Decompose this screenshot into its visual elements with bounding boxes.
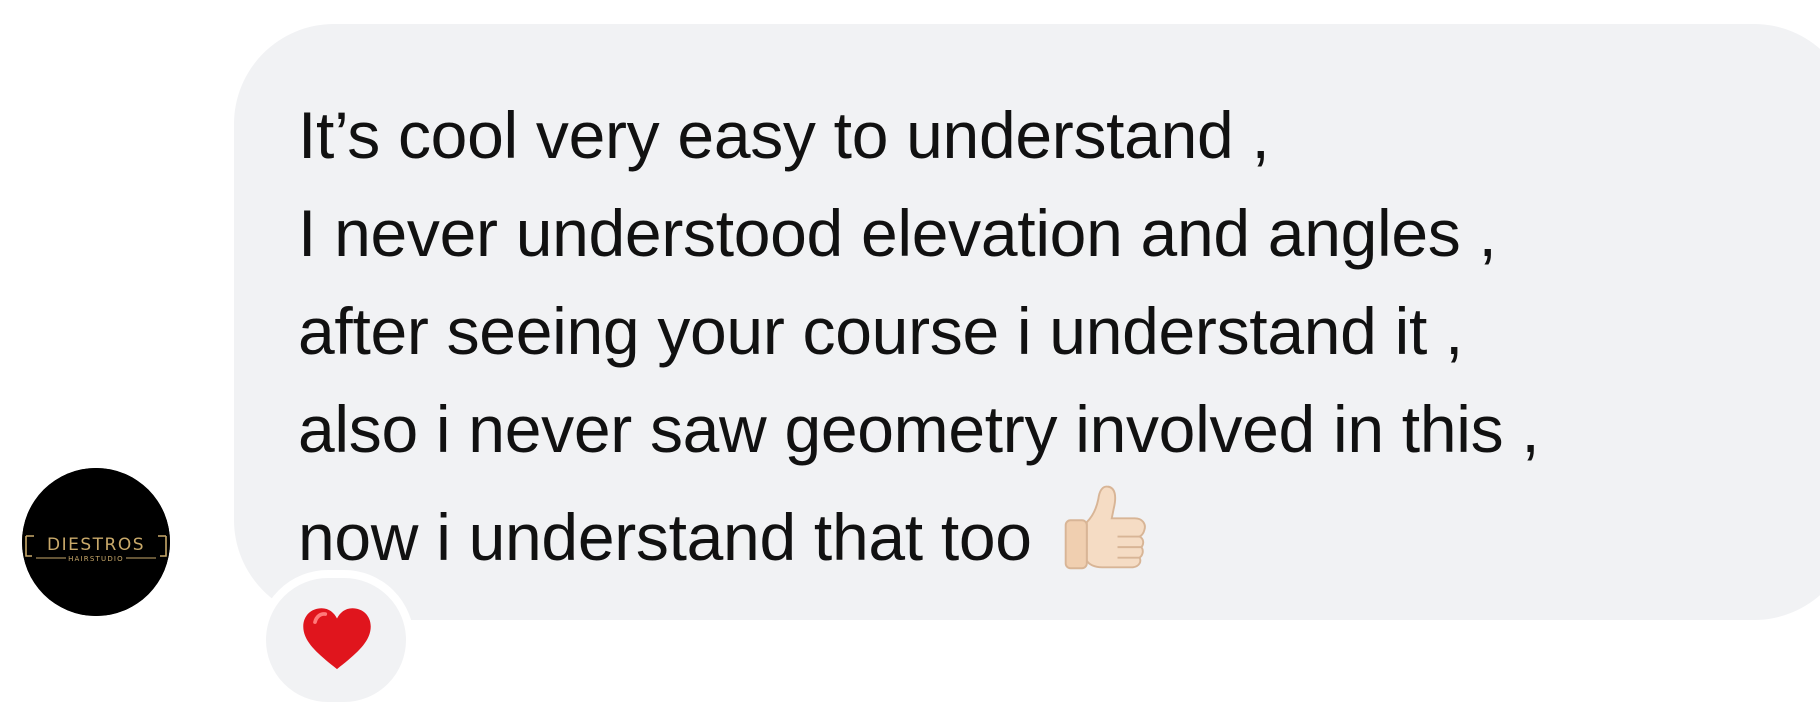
logo-brand-text: DIESTROS — [47, 535, 145, 555]
message-text: It’s cool very easy to understand , I ne… — [298, 86, 1778, 586]
message-line-text: now i understand that too — [298, 500, 1032, 574]
message-line: It’s cool very easy to understand , — [298, 98, 1270, 172]
diestros-logo: DIESTROS HAIRSTUDIO — [22, 468, 170, 616]
logo-sub-text: HAIRSTUDIO — [68, 555, 124, 563]
message-line: I never understood elevation and angles … — [298, 196, 1497, 270]
avatar[interactable]: DIESTROS HAIRSTUDIO — [22, 468, 170, 616]
red-heart-icon — [303, 608, 371, 670]
message-line: after seeing your course i understand it… — [298, 294, 1464, 368]
chat-message-row: DIESTROS HAIRSTUDIO It’s cool very easy … — [0, 0, 1820, 722]
thumbs-up-icon — [1064, 485, 1146, 570]
message-line-last: now i understand that too — [298, 478, 1778, 586]
message-line: also i never saw geometry involved in th… — [298, 392, 1540, 466]
reaction-badge[interactable] — [258, 570, 414, 710]
